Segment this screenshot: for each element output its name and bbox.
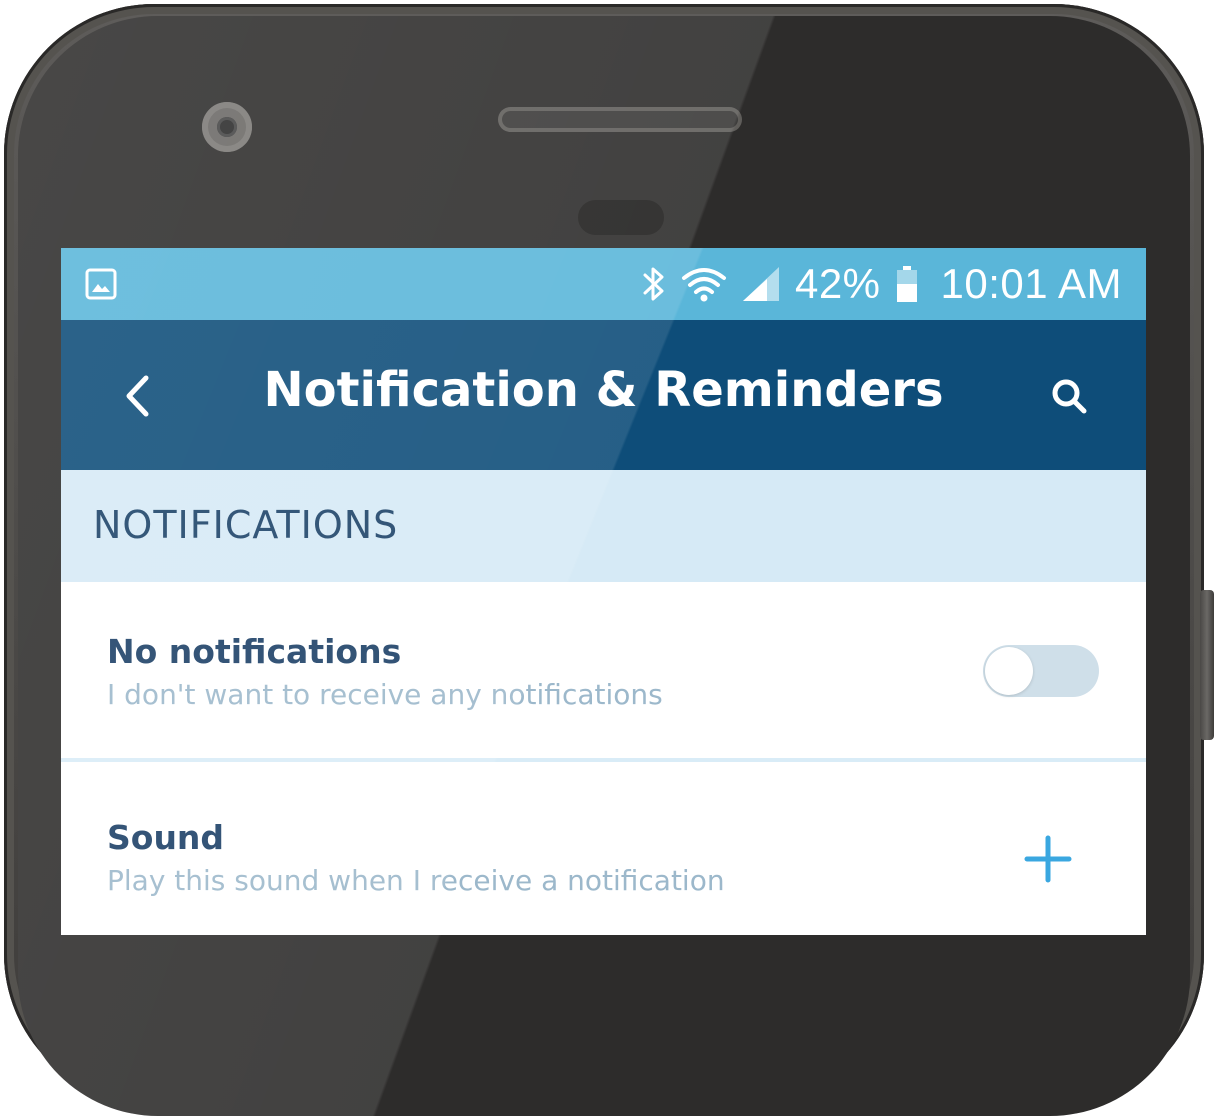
image-icon: [85, 268, 117, 300]
setting-subtitle: Play this sound when I receive a notific…: [107, 864, 725, 897]
back-button[interactable]: [107, 368, 167, 424]
setting-title: No notifications: [107, 632, 402, 671]
power-button: [1200, 590, 1214, 740]
setting-row-sound[interactable]: Sound Play this sound when I receive a n…: [61, 762, 1146, 935]
status-bar: 42% 10:01 AM: [61, 248, 1146, 320]
status-indicators: 42% 10:01 AM: [641, 248, 1122, 320]
setting-title: Sound: [107, 818, 225, 857]
toggle-knob: [985, 647, 1033, 695]
setting-row-no-notifications[interactable]: No notifications I don't want to receive…: [61, 582, 1146, 758]
add-sound-plus-icon[interactable]: [1023, 834, 1073, 884]
battery-percent: 42%: [794, 260, 881, 307]
setting-subtitle: I don't want to receive any notification…: [107, 678, 663, 711]
search-button[interactable]: [1039, 368, 1099, 424]
page-title: Notification & Reminders: [263, 362, 944, 418]
cell-signal-icon: [742, 267, 779, 301]
front-camera: [202, 102, 252, 152]
battery-icon: [896, 266, 917, 302]
search-icon: [1052, 379, 1087, 414]
bluetooth-icon: [643, 267, 664, 301]
section-header-notifications: NOTIFICATIONS: [61, 470, 1146, 582]
phone-screen: 42% 10:01 AM Notification & Reminders NO…: [61, 248, 1146, 935]
app-bar: Notification & Reminders: [61, 320, 1146, 470]
section-header-label: NOTIFICATIONS: [93, 503, 399, 547]
earpiece-speaker: [498, 107, 742, 132]
chevron-left-icon: [126, 375, 149, 417]
no-notifications-toggle[interactable]: [983, 645, 1099, 697]
proximity-sensor: [578, 200, 664, 235]
wifi-icon: [681, 268, 726, 302]
clock: 10:01 AM: [940, 260, 1122, 307]
